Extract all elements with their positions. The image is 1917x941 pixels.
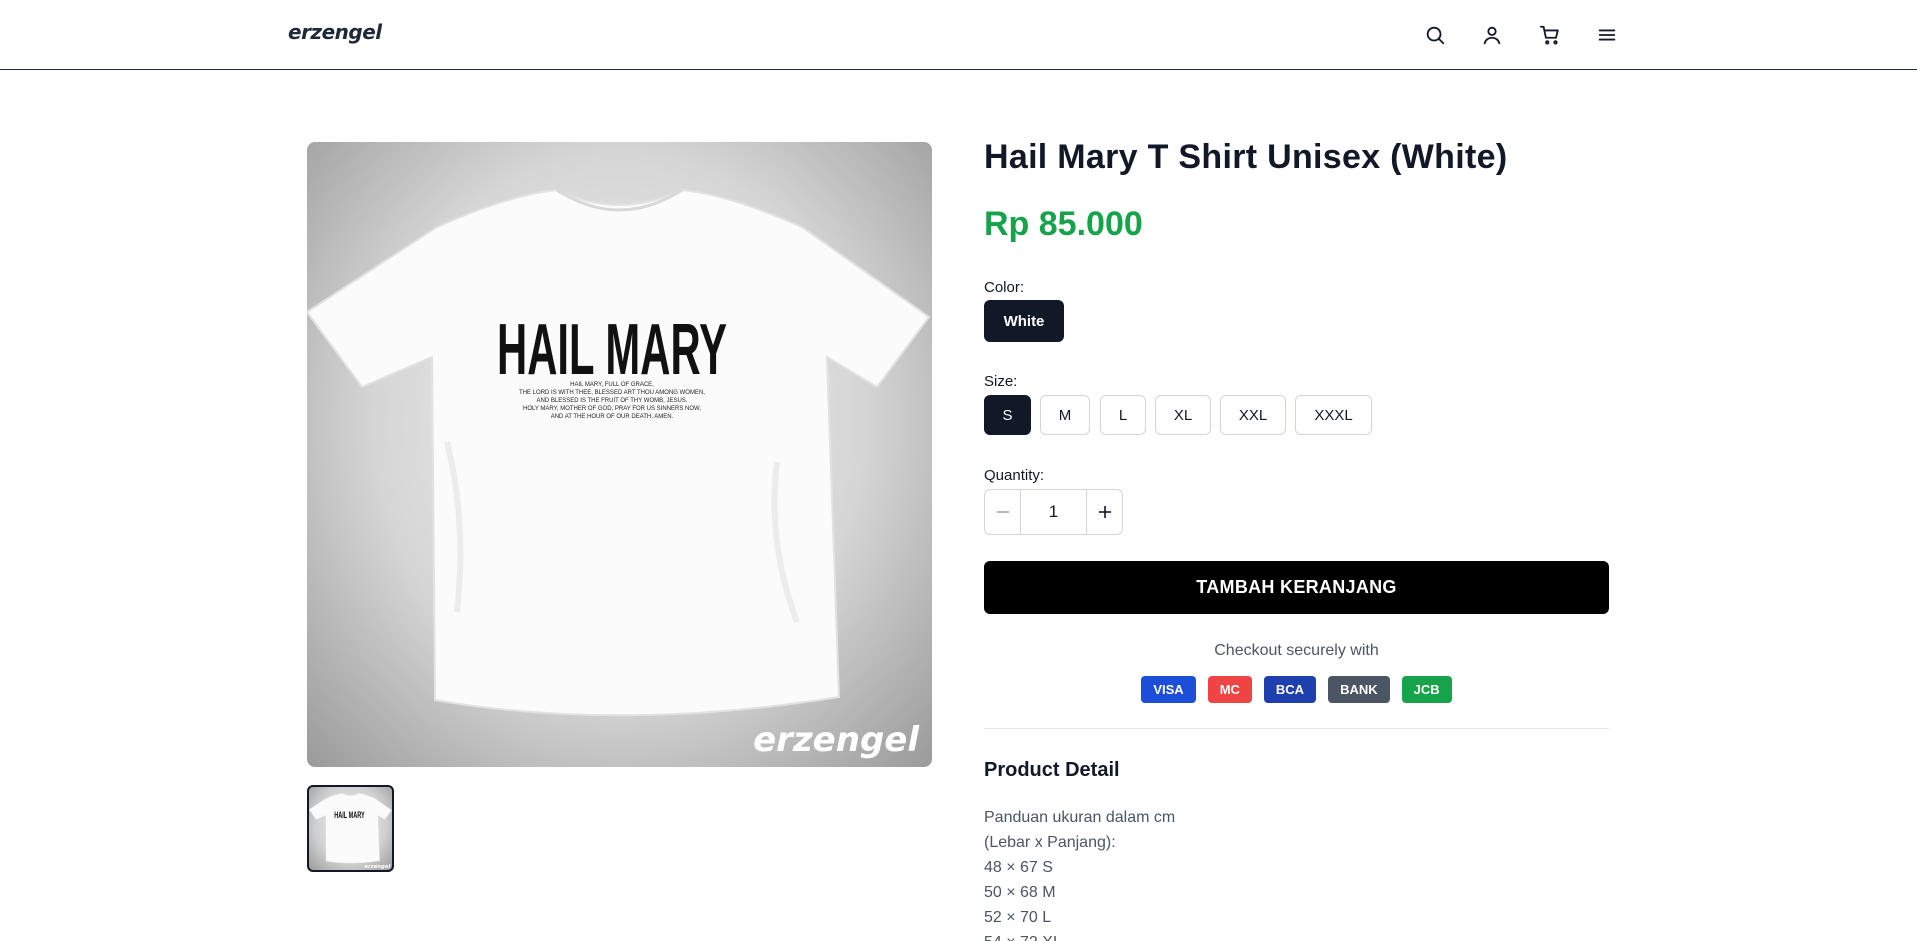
thumbnail-watermark: erzengel: [364, 864, 390, 870]
detail-line: (Lebar x Panjang):: [984, 834, 1116, 851]
detail-line: 50 × 68 M: [984, 884, 1056, 901]
detail-line: 48 × 67 S: [984, 859, 1053, 876]
bank-badge: BANK: [1328, 676, 1390, 703]
visa-badge: VISA: [1141, 676, 1196, 703]
product-detail-text: Panduan ukuran dalam cm (Lebar x Panjang…: [984, 805, 1609, 941]
color-label: Color:: [984, 279, 1025, 296]
shirt-prayer-line: HOLY MARY, MOTHER OF GOD, PRAY FOR US SI…: [523, 406, 701, 412]
size-option-xxxl[interactable]: XXXL: [1295, 395, 1372, 435]
detail-line: Panduan ukuran dalam cm: [984, 809, 1176, 826]
quantity-input[interactable]: [1020, 490, 1087, 534]
jcb-badge: JCB: [1401, 676, 1452, 703]
product-detail-title: Product Detail: [984, 759, 1120, 781]
mastercard-badge: MC: [1207, 676, 1252, 703]
shirt-prayer-line: THE LORD IS WITH THEE, BLESSED ART THOU …: [519, 390, 705, 396]
payment-methods: VISA MC BCA BANK JCB: [984, 676, 1609, 703]
quantity-stepper: [984, 489, 1123, 535]
color-option-white[interactable]: White: [984, 300, 1064, 342]
size-option-l[interactable]: L: [1100, 395, 1146, 435]
menu-icon[interactable]: [1593, 21, 1621, 49]
tshirt-thumbnail-image: HAIL MARY erzengel: [309, 793, 392, 870]
product-price: Rp 85.000: [984, 205, 1143, 243]
divider: [984, 728, 1609, 729]
cart-icon[interactable]: [1536, 21, 1564, 49]
size-label: Size:: [984, 373, 1018, 390]
product-thumbnail[interactable]: HAIL MARY erzengel: [307, 785, 394, 872]
product-title: Hail Mary T Shirt Unisex (White): [984, 138, 1508, 176]
checkout-securely-text: Checkout securely with: [1214, 642, 1379, 659]
shirt-prayer-line: AND AT THE HOUR OF OUR DEATH, AMEN.: [551, 414, 674, 420]
logo[interactable]: erzengel: [288, 20, 382, 44]
shirt-prayer-line: AND BLESSED IS THE FRUIT OF THY WOMB, JE…: [537, 398, 688, 404]
thumbnail-headline: HAIL MARY: [334, 810, 365, 821]
shirt-headline: HAIL MARY: [497, 310, 727, 390]
detail-line: 54 × 72 XL: [984, 930, 1609, 941]
detail-line: 52 × 70 L: [984, 909, 1052, 926]
quantity-increase-button[interactable]: [1087, 490, 1122, 534]
user-icon[interactable]: [1478, 21, 1506, 49]
site-header: erzengel: [0, 0, 1917, 70]
plus-icon: [1098, 506, 1111, 518]
add-to-cart-button[interactable]: TAMBAH KERANJANG: [984, 561, 1609, 614]
bca-badge: BCA: [1263, 676, 1317, 703]
quantity-decrease-button[interactable]: [985, 490, 1020, 534]
size-option-s[interactable]: S: [984, 395, 1031, 435]
tshirt-image: HAIL MARY HAIL MARY, FULL OF GRACE, THE …: [307, 188, 931, 760]
search-icon[interactable]: [1421, 21, 1449, 49]
size-option-m[interactable]: M: [1040, 395, 1090, 435]
size-option-xxl[interactable]: XXL: [1220, 395, 1286, 435]
watermark: erzengel: [753, 720, 920, 760]
product-main-image[interactable]: HAIL MARY HAIL MARY, FULL OF GRACE, THE …: [307, 142, 932, 767]
shirt-prayer-line: HAIL MARY, FULL OF GRACE,: [570, 382, 654, 388]
size-option-xl[interactable]: XL: [1155, 395, 1211, 435]
minus-icon: [996, 511, 1009, 513]
quantity-label: Quantity:: [984, 467, 1045, 484]
